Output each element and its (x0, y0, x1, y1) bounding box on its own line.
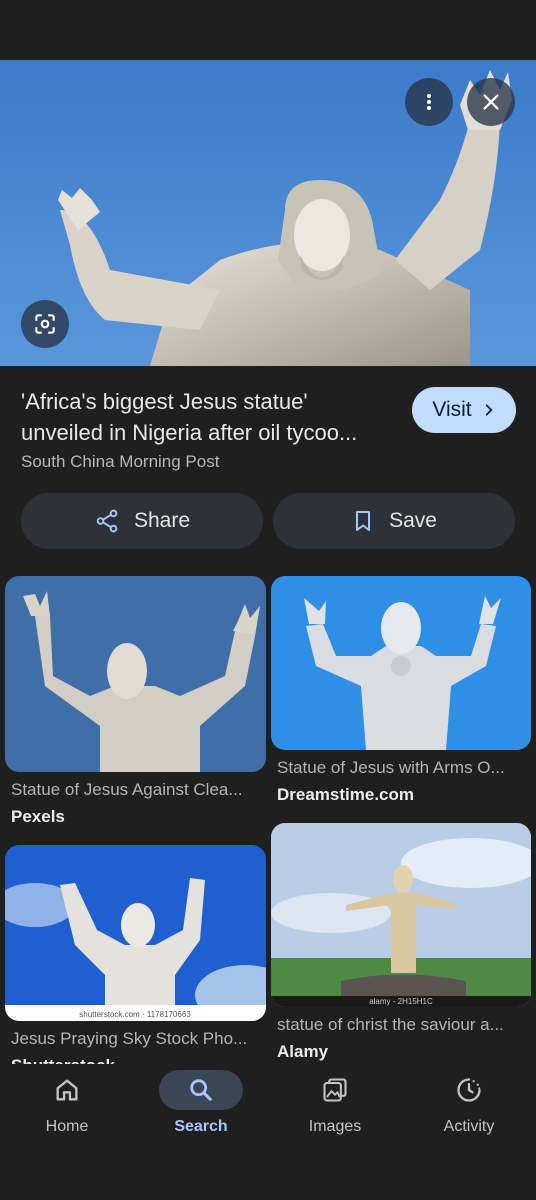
nav-search-label: Search (174, 1118, 228, 1135)
activity-icon (457, 1078, 481, 1102)
related-caption: Jesus Praying Sky Stock Pho... (11, 1029, 248, 1048)
share-button[interactable]: Share (21, 493, 263, 549)
image-watermark: shutterstock.com · 1178170663 (79, 1010, 191, 1019)
nav-activity[interactable]: Activity (402, 1064, 536, 1144)
nav-home-label: Home (45, 1118, 89, 1135)
related-caption: statue of christ the saviour a... (277, 1015, 504, 1034)
chevron-right-icon (485, 404, 493, 416)
lens-button[interactable] (21, 300, 69, 348)
nav-activity-label: Activity (443, 1118, 495, 1135)
bookmark-icon (356, 511, 371, 531)
jesus-statue-image (0, 60, 536, 366)
close-button[interactable] (467, 78, 515, 126)
lens-icon (35, 314, 55, 334)
share-icon (96, 509, 118, 533)
image-watermark: alamy - 2H15H1C (369, 997, 433, 1006)
visit-button[interactable]: Visit (412, 387, 516, 433)
related-image: alamy - 2H15H1C (271, 823, 531, 1007)
nav-images[interactable]: Images (268, 1064, 402, 1144)
related-image-card[interactable]: alamy - 2H15H1C (271, 823, 531, 1007)
related-image-card[interactable]: shutterstock.com · 1178170663 (5, 845, 266, 1021)
images-icon (323, 1078, 347, 1102)
related-image (271, 576, 531, 750)
nav-home[interactable]: Home (0, 1064, 134, 1144)
bottom-navigation: Home Search Images Activity (0, 1064, 536, 1200)
save-label: Save (389, 509, 437, 532)
visit-label: Visit (432, 398, 472, 421)
result-title[interactable]: 'Africa's biggest Jesus statue' unveiled… (21, 386, 406, 448)
related-image: shutterstock.com · 1178170663 (5, 845, 266, 1021)
related-caption: Statue of Jesus Against Clea... (11, 780, 243, 799)
save-button[interactable]: Save (273, 493, 515, 549)
more-options-button[interactable] (405, 78, 453, 126)
result-title-line1: 'Africa's biggest Jesus statue' (21, 389, 308, 414)
related-image-card[interactable] (5, 576, 266, 772)
related-source: Pexels (11, 807, 65, 826)
nav-images-label: Images (308, 1118, 362, 1135)
close-icon (483, 94, 499, 110)
related-image (5, 576, 266, 772)
share-label: Share (133, 509, 191, 532)
related-caption: Statue of Jesus with Arms O... (277, 758, 505, 777)
result-source: South China Morning Post (21, 452, 220, 471)
nav-search-pill (159, 1070, 243, 1110)
nav-home-pill (25, 1070, 109, 1110)
related-source: Shutterstock (11, 1056, 263, 1064)
related-source: Alamy (277, 1042, 329, 1061)
status-bar (0, 0, 536, 60)
nav-images-pill (293, 1070, 377, 1110)
related-source: Dreamstime.com (277, 785, 415, 804)
related-image-card[interactable] (271, 576, 531, 750)
search-icon (190, 1079, 212, 1101)
more-vert-icon (427, 94, 431, 110)
home-icon (56, 1079, 78, 1101)
main-image[interactable] (0, 60, 536, 366)
nav-activity-pill (427, 1070, 511, 1110)
result-title-line2: unveiled in Nigeria after oil tycoo... (21, 420, 358, 445)
nav-search[interactable]: Search (134, 1064, 268, 1144)
